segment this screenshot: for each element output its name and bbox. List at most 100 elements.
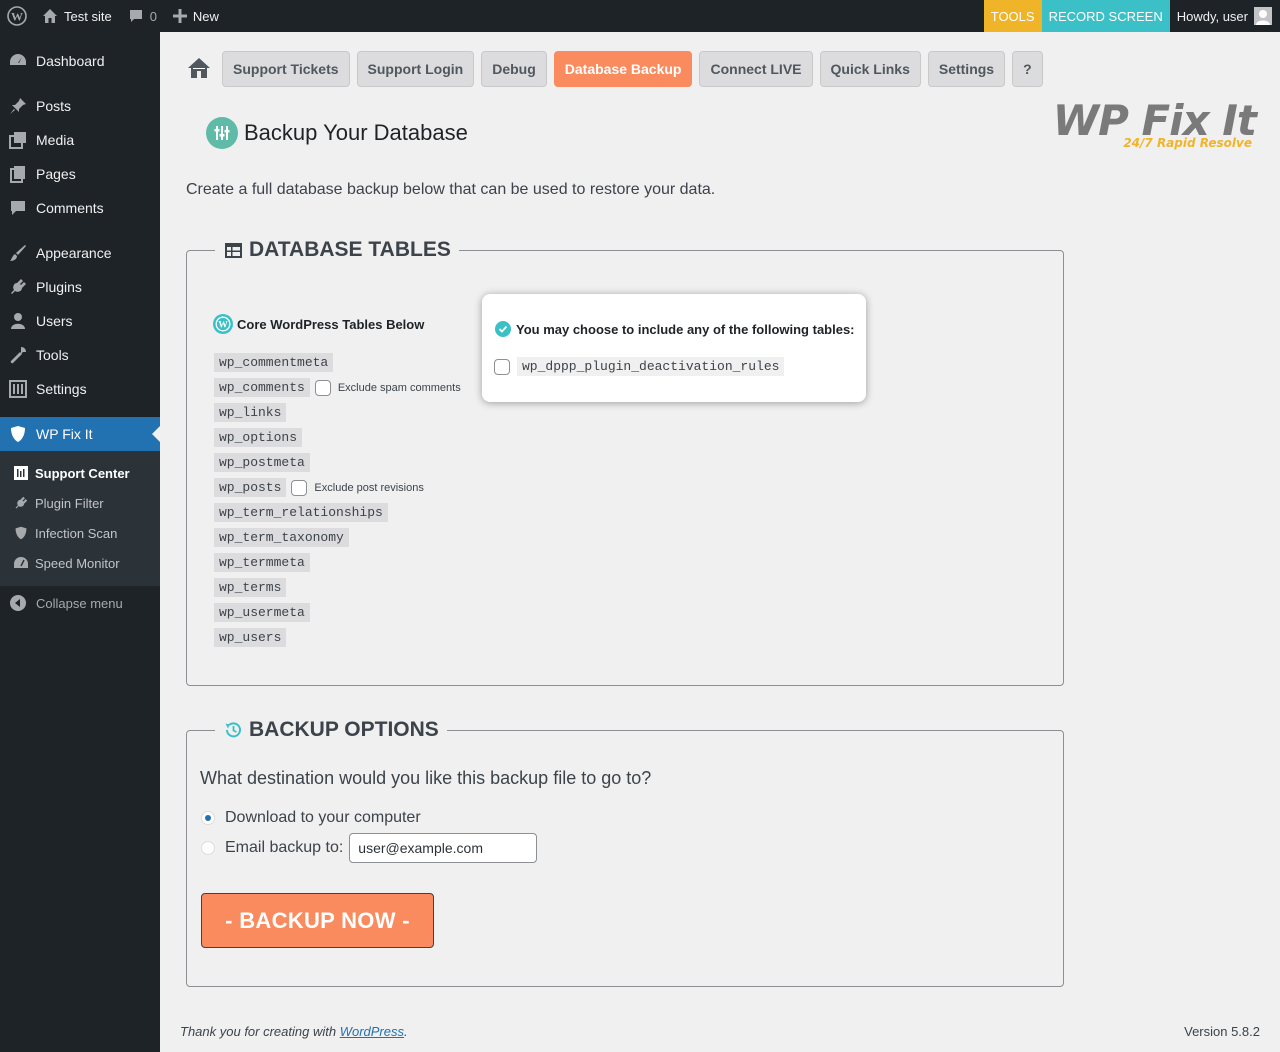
email-field[interactable]: user@example.com: [349, 833, 538, 863]
email-radio[interactable]: [201, 841, 215, 855]
wp-fix-it-submenu: Support Center Plugin Filter Infection S…: [0, 451, 160, 586]
table-icon: [223, 240, 243, 260]
tools-button[interactable]: TOOLS: [983, 0, 1042, 32]
database-tables-title: DATABASE TABLES: [249, 238, 451, 261]
table-name: wp_term_relationships: [214, 503, 388, 522]
table-row: wp_postmeta: [214, 450, 461, 475]
email-option[interactable]: Email backup to: user@example.com: [201, 833, 538, 863]
optional-tables-heading: You may choose to include any of the fol…: [495, 321, 855, 337]
tab-connect-live[interactable]: Connect LIVE: [699, 51, 813, 87]
database-tables-legend: DATABASE TABLES: [215, 235, 459, 265]
wordpress-link[interactable]: WordPress: [340, 1024, 404, 1039]
submenu-item-speed-monitor[interactable]: Speed Monitor: [0, 548, 160, 578]
sliders-icon: [206, 117, 238, 149]
sidebar-item-media[interactable]: Media: [0, 123, 160, 157]
core-tables-list: wp_commentmeta wp_comments Exclude spam …: [214, 350, 461, 650]
table-row: wp_posts Exclude post revisions: [214, 475, 461, 500]
exclude-spam-comments-label: Exclude spam comments: [337, 381, 461, 394]
sidebar-item-plugins[interactable]: Plugins: [0, 270, 160, 304]
plugin-nav: Support Tickets Support Login Debug Data…: [186, 51, 1050, 87]
download-label: Download to your computer: [225, 809, 421, 826]
svg-text:W: W: [218, 320, 228, 331]
brush-icon: [8, 243, 28, 263]
include-table-checkbox[interactable]: [494, 358, 510, 375]
sidebar-item-label: Media: [36, 132, 75, 148]
plugin-icon: [13, 495, 29, 511]
footer-thanks-suffix: .: [404, 1024, 408, 1039]
sidebar-item-wp-fix-it[interactable]: WP Fix It: [0, 417, 160, 451]
logo-tagline: 24/7 Rapid Resolve: [1123, 136, 1252, 150]
backup-options-title: BACKUP OPTIONS: [249, 718, 439, 741]
new-content-link[interactable]: New: [165, 0, 227, 32]
table-name: wp_termmeta: [214, 553, 310, 572]
tab-quick-links[interactable]: Quick Links: [819, 51, 921, 87]
table-name: wp_options: [214, 428, 303, 447]
collapse-menu-button[interactable]: Collapse menu: [0, 586, 160, 620]
download-radio[interactable]: [201, 811, 215, 825]
table-name: wp_users: [214, 628, 287, 647]
site-name: Test site: [64, 8, 112, 24]
backup-options-section: BACKUP OPTIONS What destination would yo…: [186, 715, 1064, 987]
plugin-icon: [8, 277, 28, 297]
shield-icon: [8, 424, 28, 444]
table-name: wp_posts: [214, 478, 287, 497]
page-intro: Create a full database backup below that…: [186, 181, 716, 198]
submenu-item-infection-scan[interactable]: Infection Scan: [0, 518, 160, 548]
tab-settings[interactable]: Settings: [927, 51, 1006, 87]
record-screen-button[interactable]: RECORD SCREEN: [1041, 0, 1170, 32]
sidebar-item-label: Appearance: [36, 245, 112, 261]
sidebar-item-pages[interactable]: Pages: [0, 157, 160, 191]
table-row: wp_usermeta: [214, 600, 461, 625]
home-button[interactable]: [186, 51, 212, 87]
tab-support-login[interactable]: Support Login: [356, 51, 475, 87]
sidebar-item-dashboard[interactable]: Dashboard: [0, 44, 160, 78]
sidebar-item-label: Posts: [36, 98, 72, 114]
sidebar-item-tools[interactable]: Tools: [0, 338, 160, 372]
sidebar-item-appearance[interactable]: Appearance: [0, 236, 160, 270]
download-option[interactable]: Download to your computer: [201, 809, 421, 827]
tab-support-tickets[interactable]: Support Tickets: [222, 51, 350, 87]
comments-link[interactable]: 0: [120, 0, 165, 32]
exclude-post-revisions-checkbox[interactable]: [291, 479, 308, 496]
submenu-item-support-center[interactable]: Support Center: [0, 458, 160, 488]
sidebar-item-comments[interactable]: Comments: [0, 191, 160, 225]
submenu-item-plugin-filter[interactable]: Plugin Filter: [0, 488, 160, 518]
wordpress-logo-icon[interactable]: W: [0, 0, 34, 32]
exclude-spam-comments-checkbox[interactable]: [314, 379, 331, 396]
svg-text:W: W: [11, 10, 23, 24]
wp-fix-it-logo: WP Fix It 24/7 Rapid Resolve: [1040, 96, 1260, 154]
exclude-post-revisions-label: Exclude post revisions: [314, 481, 424, 494]
user-account-menu[interactable]: Howdy, user: [1170, 0, 1280, 32]
sidebar-item-posts[interactable]: Posts: [0, 89, 160, 123]
media-icon: [8, 130, 28, 150]
pin-icon: [8, 96, 28, 116]
footer-version: Version 5.8.2: [1184, 1024, 1260, 1039]
email-label: Email backup to:: [225, 839, 344, 856]
submenu-item-label: Support Center: [35, 465, 130, 481]
home-icon: [187, 56, 211, 83]
table-row: wp_term_relationships: [214, 500, 461, 525]
table-name: wp_terms: [214, 578, 287, 597]
destination-question: What destination would you like this bac…: [200, 768, 652, 788]
tab-help[interactable]: ?: [1012, 51, 1043, 87]
dashboard-icon: [8, 51, 28, 71]
sidebar-item-label: WP Fix It: [36, 426, 93, 442]
tab-database-backup[interactable]: Database Backup: [553, 51, 693, 87]
submenu-item-label: Plugin Filter: [35, 495, 104, 511]
wrench-icon: [8, 345, 28, 365]
settings-icon: [8, 379, 28, 399]
footer-thanks-prefix: Thank you for creating with: [180, 1024, 340, 1039]
backup-now-button[interactable]: - BACKUP NOW -: [201, 893, 434, 948]
table-row: wp_options: [214, 425, 461, 450]
sidebar-item-settings[interactable]: Settings: [0, 372, 160, 406]
sidebar-item-label: Tools: [36, 347, 69, 363]
sidebar-item-users[interactable]: Users: [0, 304, 160, 338]
sidebar-item-label: Pages: [36, 166, 76, 182]
wordpress-logo-icon: W: [213, 314, 233, 334]
sidebar-item-label: Users: [36, 313, 73, 329]
tab-debug[interactable]: Debug: [481, 51, 547, 87]
footer-thanks: Thank you for creating with WordPress.: [180, 1024, 408, 1039]
site-name-link[interactable]: Test site: [34, 0, 120, 32]
collapse-menu-label: Collapse menu: [36, 595, 123, 611]
support-icon: [13, 465, 29, 481]
